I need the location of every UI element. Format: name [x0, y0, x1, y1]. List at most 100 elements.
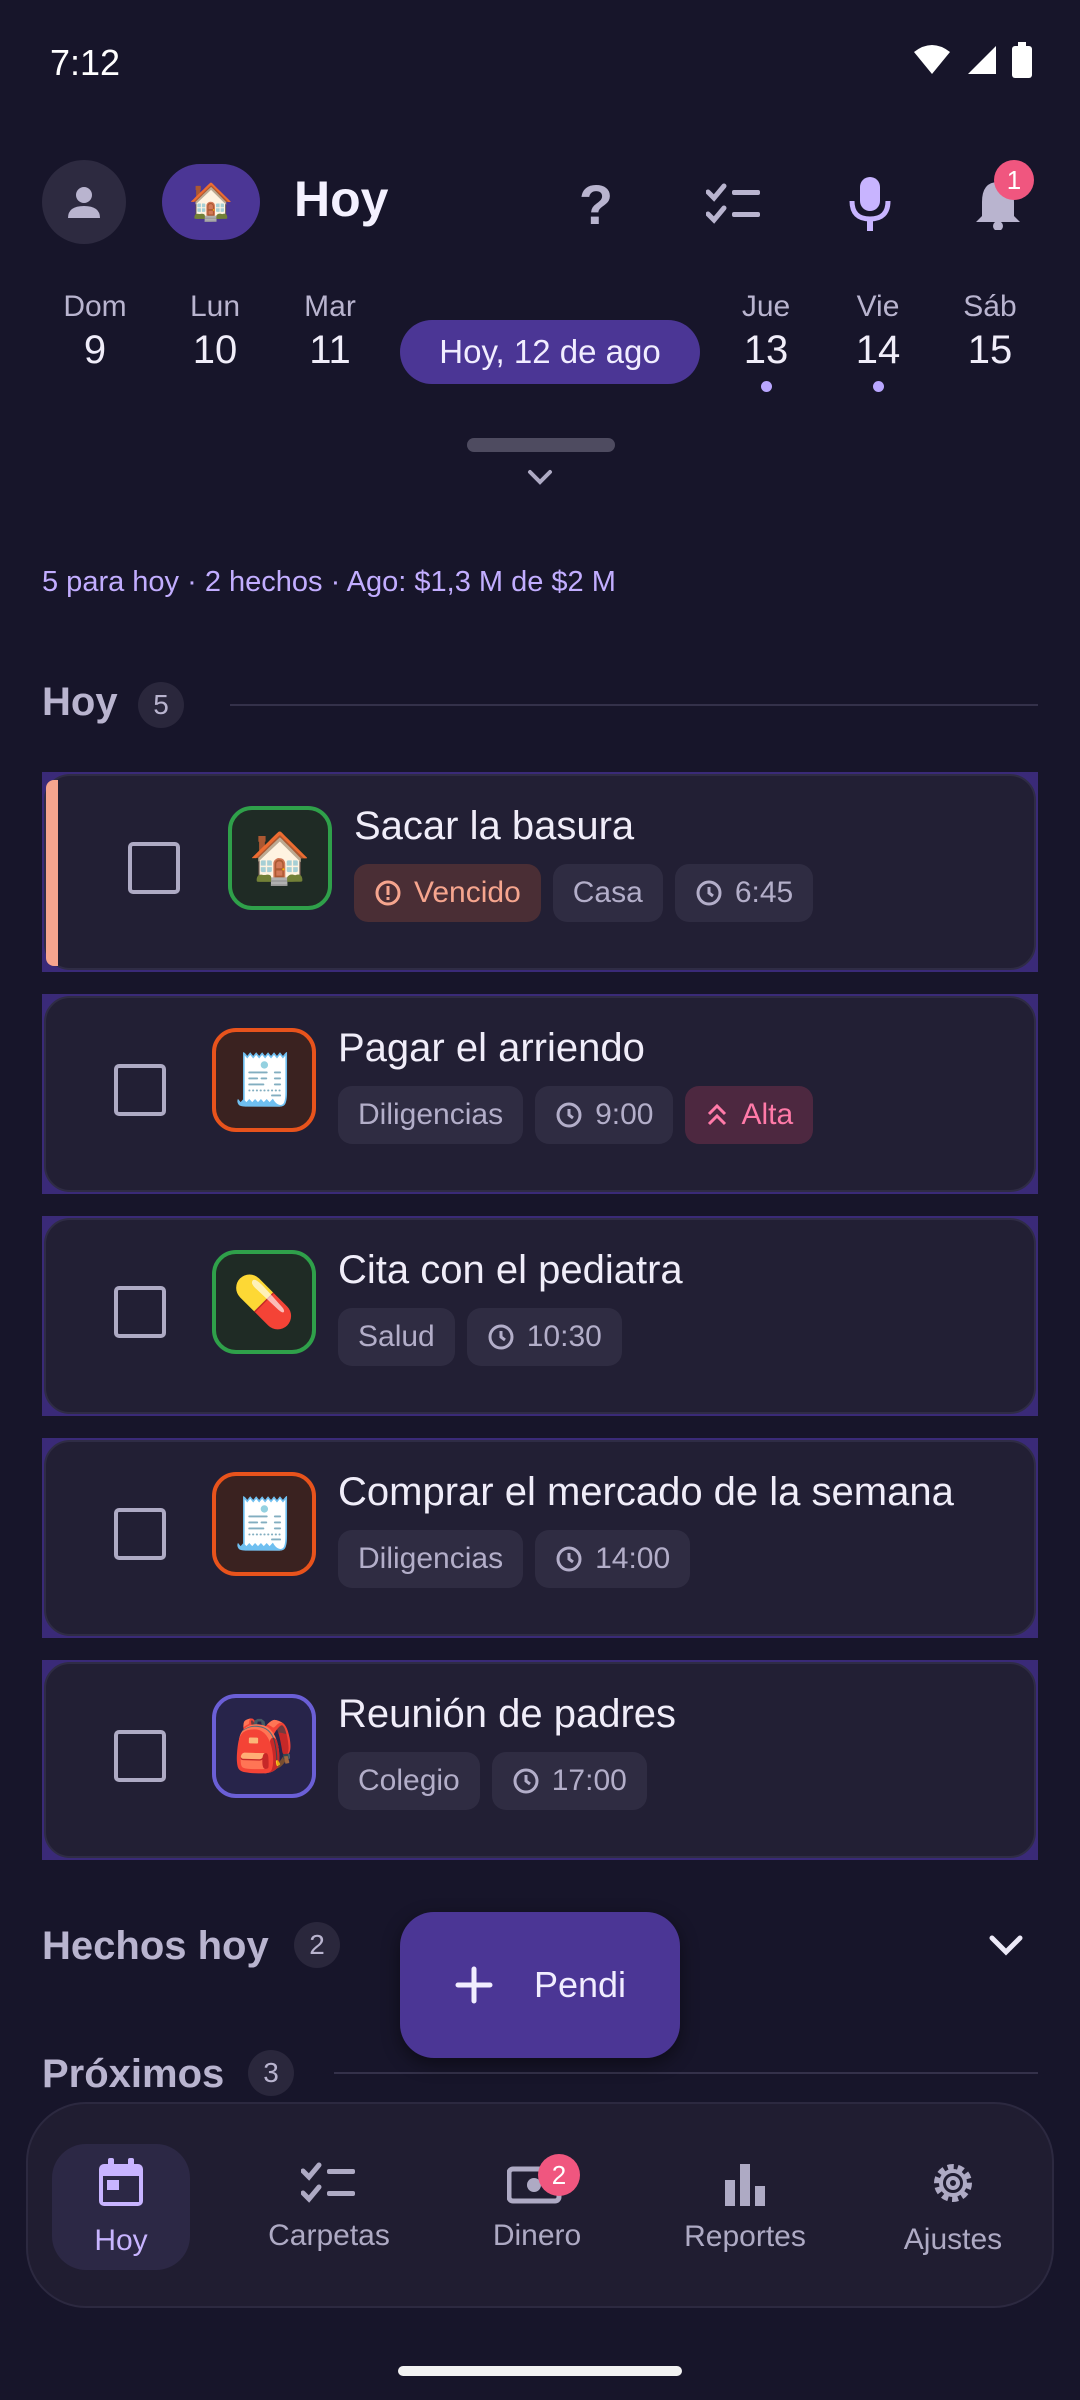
chevron-down-icon: [989, 1935, 1023, 1956]
profile-avatar-button[interactable]: [42, 160, 126, 244]
gear-icon: [934, 2164, 972, 2202]
day-monday[interactable]: Lun 10: [165, 290, 265, 373]
section-title-today: Hoy: [42, 680, 118, 724]
chevron-down-icon: [528, 470, 552, 485]
task-card-body: 🎒 Reunión de padres Colegio 17:00: [44, 1662, 1036, 1858]
status-bar: 7:12: [0, 0, 1080, 130]
category-chip: Colegio: [338, 1752, 480, 1810]
nav-label: Dinero: [492, 2219, 582, 2252]
fab-label: Pendi: [533, 1964, 627, 2005]
bar-chart-icon: [725, 2164, 765, 2206]
task-checkbox[interactable]: [114, 1730, 166, 1782]
day-summary: 5 para hoy · 2 hechos · Ago: $1,3 M de $…: [42, 566, 616, 598]
day-thursday[interactable]: Jue 13: [716, 290, 816, 392]
category-label: Diligencias: [358, 1098, 504, 1131]
alert-circle-icon: [375, 880, 401, 906]
plus-icon: [455, 1966, 493, 2004]
battery-icon: [1012, 42, 1032, 78]
task-title: Reunión de padres: [338, 1692, 677, 1736]
day-name: Mar: [304, 290, 356, 323]
checklist-button[interactable]: [702, 172, 766, 236]
day-tuesday[interactable]: Mar 11: [280, 290, 380, 373]
category-icon: 💊: [212, 1250, 316, 1354]
add-task-fab[interactable]: Pendi: [400, 1912, 680, 2058]
time-chip: 14:00: [535, 1530, 691, 1588]
day-saturday[interactable]: Sáb 15: [940, 290, 1040, 373]
category-chip: Salud: [338, 1308, 455, 1366]
money-badge: 2: [538, 2154, 580, 2196]
day-number: 14: [855, 328, 901, 372]
has-tasks-dot: [872, 381, 884, 392]
section-divider: [334, 2072, 1038, 2074]
clock-icon: [556, 1102, 582, 1128]
status-icons: [912, 42, 1032, 78]
notification-count-badge: 1: [994, 160, 1034, 200]
section-title-done[interactable]: Hechos hoy: [42, 1924, 269, 1969]
bottom-navigation: Hoy Carpetas Dinero 2 Reportes Ajustes: [26, 2102, 1054, 2308]
category-chip: Diligencias: [338, 1086, 524, 1144]
task-card-body: 🧾 Pagar el arriendo Diligencias 9:00 Alt…: [44, 996, 1036, 1192]
expand-calendar-button[interactable]: [524, 466, 556, 493]
time-label: 14:00: [595, 1542, 671, 1575]
day-name: Lun: [189, 290, 241, 323]
signal-icon: [968, 46, 996, 74]
task-checkbox[interactable]: [128, 842, 180, 894]
task-title: Pagar el arriendo: [338, 1026, 645, 1070]
nav-item-today[interactable]: Hoy: [26, 2104, 216, 2310]
time-label: 10:30: [526, 1320, 602, 1353]
task-checkbox[interactable]: [114, 1064, 166, 1116]
nav-item-settings[interactable]: Ajustes: [858, 2104, 1048, 2310]
task-card-body: 💊 Cita con el pediatra Salud 10:30: [44, 1218, 1036, 1414]
task-checkbox[interactable]: [114, 1508, 166, 1560]
day-friday[interactable]: Vie 14: [828, 290, 928, 392]
section-count-upcoming: 3: [248, 2050, 294, 2096]
nav-item-money[interactable]: Dinero: [442, 2104, 632, 2310]
category-icon: 🎒: [212, 1694, 316, 1798]
task-card-body: 🧾 Comprar el mercado de la semana Dilige…: [44, 1440, 1036, 1636]
household-selector-button[interactable]: 🏠: [162, 164, 260, 240]
category-label: Diligencias: [358, 1542, 504, 1575]
calendar-drag-handle[interactable]: [467, 438, 615, 452]
time-label: 9:00: [595, 1098, 654, 1131]
category-icon: 🏠: [228, 806, 332, 910]
help-button[interactable]: ?: [564, 172, 628, 236]
category-icon: 🧾: [212, 1028, 316, 1132]
voice-input-button[interactable]: [838, 172, 902, 236]
day-number: 10: [192, 328, 238, 372]
category-label: Salud: [358, 1320, 435, 1353]
task-card[interactable]: 🧾 Pagar el arriendo Diligencias 9:00 Alt…: [42, 994, 1038, 1194]
category-chip: Diligencias: [338, 1530, 524, 1588]
day-number: 15: [967, 328, 1013, 372]
task-checkbox[interactable]: [114, 1286, 166, 1338]
task-card[interactable]: 🧾 Comprar el mercado de la semana Dilige…: [42, 1438, 1038, 1638]
today-date-pill[interactable]: Hoy, 12 de ago: [400, 320, 700, 384]
task-title: Comprar el mercado de la semana: [338, 1470, 954, 1514]
day-number: 13: [743, 328, 789, 372]
expand-done-button[interactable]: [986, 1932, 1026, 1965]
nav-label: Hoy: [94, 2224, 148, 2257]
task-chips: Diligencias 9:00 Alta: [338, 1086, 814, 1144]
clock-icon: [513, 1768, 539, 1794]
nav-label: Ajustes: [903, 2223, 1003, 2256]
task-title: Sacar la basura: [354, 804, 635, 848]
day-name: Dom: [63, 290, 127, 323]
task-chips: Vencido Casa 6:45: [354, 864, 814, 922]
category-label: Colegio: [358, 1764, 460, 1797]
nav-item-reports[interactable]: Reportes: [650, 2104, 840, 2310]
task-card[interactable]: 🏠 Sacar la basura Vencido Casa 6:45: [42, 772, 1038, 972]
section-title-upcoming[interactable]: Próximos: [42, 2052, 224, 2097]
microphone-icon: [849, 177, 891, 231]
time-chip: 9:00: [535, 1086, 674, 1144]
day-name: Sáb: [963, 290, 1017, 323]
category-chip: Casa: [552, 864, 663, 922]
task-card[interactable]: 💊 Cita con el pediatra Salud 10:30: [42, 1216, 1038, 1416]
day-number: 11: [309, 328, 351, 372]
task-card[interactable]: 🎒 Reunión de padres Colegio 17:00: [42, 1660, 1038, 1860]
time-chip: 10:30: [466, 1308, 622, 1366]
time-chip: 17:00: [491, 1752, 647, 1810]
clock-icon: [488, 1324, 514, 1350]
gesture-home-bar[interactable]: [398, 2366, 682, 2376]
nav-item-folders[interactable]: Carpetas: [234, 2104, 424, 2310]
clock-icon: [696, 880, 722, 906]
day-sunday[interactable]: Dom 9: [45, 290, 145, 373]
